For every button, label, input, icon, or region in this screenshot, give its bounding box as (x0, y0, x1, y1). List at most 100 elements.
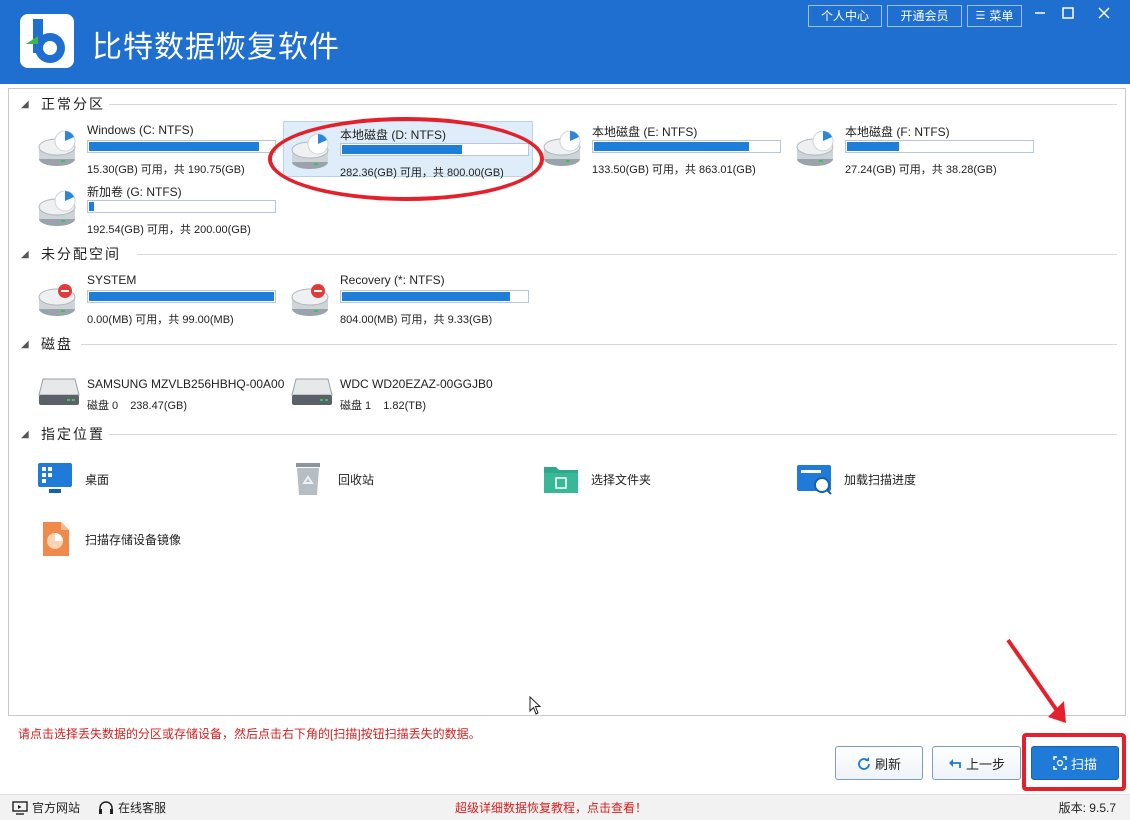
location-label: 扫描存储设备镜像 (85, 532, 182, 547)
disk-info: 磁盘 1 1.82(TB) (340, 397, 438, 413)
disk-name: SAMSUNG MZVLB256HBHQ-00A00 (87, 377, 285, 391)
usage-bar (592, 140, 781, 153)
refresh-button[interactable]: 刷新 (835, 746, 923, 780)
website-link[interactable]: 官方网站 (12, 799, 80, 816)
back-label: 上一步 (965, 756, 1005, 772)
partition-info: 0.00(MB) 可用，共 99.00(MB) (87, 314, 234, 326)
membership-button[interactable]: 开通会员 (887, 5, 962, 27)
folder-icon (544, 467, 578, 493)
partition-info: 804.00(MB) 可用，共 9.33(GB) (340, 314, 493, 326)
hard-disk-icon (291, 378, 333, 405)
minimize-icon[interactable] (1027, 4, 1053, 26)
recycle-bin-icon (296, 463, 320, 495)
section-disks[interactable]: ◢ 磁盘 (21, 334, 73, 354)
headset-icon (99, 800, 113, 814)
collapse-caret-icon: ◢ (21, 248, 29, 260)
partition-name: 本地磁盘 (F: NTFS) (845, 125, 950, 139)
disk-image-icon (43, 522, 69, 556)
usage-bar-fill (342, 292, 511, 301)
scan-label: 扫描 (1070, 756, 1097, 772)
maximize-icon[interactable] (1055, 4, 1081, 26)
location-label: 加载扫描进度 (844, 472, 917, 487)
partition-info: 15.30(GB) 可用，共 190.75(GB) (87, 164, 245, 176)
section-normal-partitions[interactable]: ◢ 正常分区 (21, 94, 105, 114)
close-icon[interactable] (1091, 4, 1117, 26)
support-link[interactable]: 在线客服 (98, 799, 166, 816)
status-bar: 官方网站 在线客服 超级详细数据恢复教程，点击查看！ 版本: 9.5.7 (0, 794, 1130, 820)
disk-info: 磁盘 0 238.47(GB) (87, 397, 199, 413)
partition-info: 27.24(GB) 可用，共 38.28(GB) (845, 164, 997, 176)
location-disk-image[interactable]: 扫描存储设备镜像 (31, 519, 271, 559)
scan-button[interactable]: 扫描 (1031, 746, 1119, 780)
partition-info: 192.54(GB) 可用，共 200.00(GB) (87, 224, 251, 236)
location-load-progress[interactable]: 加载扫描进度 (790, 459, 1030, 499)
disk-label: 磁盘 1 (340, 400, 372, 412)
section-label: 指定位置 (41, 427, 105, 443)
location-label: 回收站 (338, 472, 375, 487)
location-recycle-bin[interactable]: 回收站 (284, 459, 524, 499)
drive-icon (38, 130, 76, 166)
hard-disk-icon (38, 378, 80, 405)
section-divider (137, 254, 1117, 255)
load-progress-icon (797, 465, 832, 495)
version-label: 版本: 9.5.7 (1058, 801, 1116, 815)
partition-name: 本地磁盘 (D: NTFS) (340, 128, 446, 142)
back-button[interactable]: 上一步 (932, 746, 1021, 780)
section-label: 未分配空间 (41, 247, 121, 263)
usage-bar (340, 143, 529, 156)
partition-name: 本地磁盘 (E: NTFS) (592, 125, 698, 139)
location-select-folder[interactable]: 选择文件夹 (537, 459, 777, 499)
usage-bar (87, 200, 276, 213)
location-desktop[interactable]: 桌面 (31, 459, 271, 499)
section-divider (109, 104, 1117, 105)
partition-item-selected[interactable]: 本地磁盘 (D: NTFS) 282.36(GB) 可用，共 800.00(GB… (283, 121, 533, 179)
personal-center-button[interactable]: 个人中心 (808, 5, 882, 27)
drive-icon (38, 190, 76, 226)
disk-item[interactable]: WDC WD20EZAZ-00GGJB0 磁盘 1 1.82(TB) (284, 369, 534, 413)
section-unallocated[interactable]: ◢ 未分配空间 (21, 244, 121, 264)
usage-bar (87, 140, 276, 153)
refresh-label: 刷新 (874, 756, 901, 772)
disk-item[interactable]: SAMSUNG MZVLB256HBHQ-00A00 磁盘 0 238.47(GB… (31, 369, 285, 413)
section-label: 磁盘 (41, 337, 73, 353)
disk-size: 238.47(GB) (130, 400, 188, 412)
mouse-cursor-icon (529, 696, 542, 715)
usage-bar (87, 290, 276, 303)
main-panel: ◢ 正常分区 Windows (C: NTFS) 15.30(GB) 可用，共 … (8, 88, 1126, 716)
drive-icon (291, 133, 329, 169)
partition-item[interactable]: 新加卷 (G: NTFS) 192.54(GB) 可用，共 200.00(GB) (31, 179, 281, 236)
partition-name: SYSTEM (87, 273, 137, 287)
monitor-icon (12, 800, 28, 815)
location-label: 选择文件夹 (591, 472, 652, 487)
desktop-icon (38, 463, 72, 493)
collapse-caret-icon: ◢ (21, 98, 29, 110)
scan-icon (1053, 756, 1067, 770)
partition-info: 133.50(GB) 可用，共 863.01(GB) (592, 164, 756, 176)
drive-icon (543, 130, 581, 166)
unallocated-item[interactable]: SYSTEM 0.00(MB) 可用，共 99.00(MB) (31, 269, 281, 326)
annotation-arrow (1006, 638, 1066, 723)
menu-icon: ☰ (975, 10, 986, 22)
partition-name: Recovery (*: NTFS) (340, 273, 445, 287)
partition-item[interactable]: 本地磁盘 (F: NTFS) 27.24(GB) 可用，共 38.28(GB) (789, 119, 1039, 176)
support-label: 在线客服 (118, 801, 167, 815)
partition-item[interactable]: 本地磁盘 (E: NTFS) 133.50(GB) 可用，共 863.01(GB… (536, 119, 786, 176)
disk-size: 1.82(TB) (383, 400, 426, 412)
partition-name: 新加卷 (G: NTFS) (87, 185, 182, 199)
app-logo (20, 14, 74, 68)
menu-button[interactable]: ☰ 菜单 (967, 5, 1022, 27)
app-title: 比特数据恢复软件 (92, 30, 340, 65)
usage-bar-fill (594, 142, 750, 151)
back-arrow-icon (948, 759, 961, 768)
refresh-icon (858, 757, 870, 770)
section-locations[interactable]: ◢ 指定位置 (21, 424, 105, 444)
section-divider (109, 434, 1117, 435)
usage-bar-fill (847, 142, 900, 151)
unallocated-item[interactable]: Recovery (*: NTFS) 804.00(MB) 可用，共 9.33(… (284, 269, 534, 326)
partition-item[interactable]: Windows (C: NTFS) 15.30(GB) 可用，共 190.75(… (31, 119, 281, 176)
collapse-caret-icon: ◢ (21, 338, 29, 350)
collapse-caret-icon: ◢ (21, 428, 29, 440)
partition-info: 282.36(GB) 可用，共 800.00(GB) (340, 167, 504, 179)
tutorial-link[interactable]: 超级详细数据恢复教程，点击查看！ (455, 799, 647, 816)
section-label: 正常分区 (41, 97, 105, 113)
